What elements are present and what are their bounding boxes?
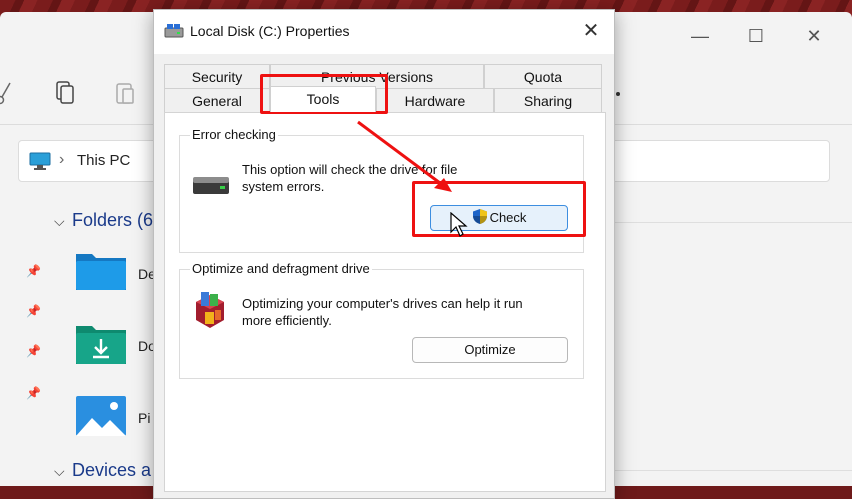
group-divider bbox=[615, 222, 852, 223]
breadcrumb-this-pc[interactable]: This PC bbox=[77, 152, 130, 169]
error-checking-description-line2: system errors. bbox=[242, 179, 325, 194]
devices-group-label: Devices a bbox=[72, 460, 152, 480]
folder-label-pictures[interactable]: Pi bbox=[138, 410, 150, 426]
downloads-folder-icon[interactable] bbox=[74, 322, 128, 366]
copy-icon[interactable] bbox=[54, 80, 76, 106]
tab-general[interactable]: General bbox=[164, 88, 270, 112]
drive-icon bbox=[164, 24, 184, 38]
cut-icon[interactable] bbox=[0, 80, 16, 106]
optimize-description-line2: more efficiently. bbox=[242, 313, 332, 328]
mouse-cursor-icon bbox=[450, 212, 468, 237]
optimize-description-line1: Optimizing your computer's drives can he… bbox=[242, 296, 523, 311]
tab-quota[interactable]: Quota bbox=[484, 64, 602, 88]
optimize-caption: Optimize and defragment drive bbox=[190, 261, 372, 276]
tab-sharing[interactable]: Sharing bbox=[494, 88, 602, 112]
check-button-highlight bbox=[412, 181, 586, 237]
pin-icon: 📌 bbox=[26, 264, 41, 278]
dialog-titlebar: Local Disk (C:) Properties ✕ bbox=[154, 10, 614, 54]
devices-group-header[interactable]: ⌵ Devices a bbox=[54, 460, 151, 481]
optimize-group: Optimize and defragment drive Optimizing… bbox=[179, 261, 584, 379]
group-divider bbox=[615, 470, 852, 471]
hard-drive-icon bbox=[193, 177, 229, 194]
maximize-button[interactable]: ☐ bbox=[746, 26, 766, 46]
tab-tools[interactable]: Tools bbox=[270, 86, 376, 112]
breadcrumb-separator: › bbox=[59, 151, 65, 168]
dialog-title: Local Disk (C:) Properties bbox=[190, 23, 350, 39]
pin-icon: 📌 bbox=[26, 304, 41, 318]
pictures-folder-icon[interactable] bbox=[74, 394, 128, 438]
error-checking-description-line1: This option will check the drive for fil… bbox=[242, 162, 458, 177]
more-options-icon[interactable] bbox=[616, 92, 620, 96]
error-checking-caption: Error checking bbox=[190, 127, 278, 142]
chevron-down-icon: ⌵ bbox=[54, 463, 65, 479]
tab-security[interactable]: Security bbox=[164, 64, 270, 88]
pin-icon: 📌 bbox=[26, 344, 41, 358]
folders-group-header[interactable]: ⌵ Folders (6 bbox=[54, 210, 153, 231]
minimize-button[interactable]: — bbox=[690, 26, 710, 46]
paste-icon[interactable] bbox=[114, 80, 136, 106]
pin-icon: 📌 bbox=[26, 386, 41, 400]
close-button[interactable]: ✕ bbox=[804, 26, 824, 46]
folders-group-label: Folders (6 bbox=[72, 210, 154, 230]
desktop-folder-icon[interactable] bbox=[74, 248, 128, 292]
chevron-down-icon: ⌵ bbox=[54, 213, 65, 229]
defragment-icon bbox=[196, 292, 224, 328]
dialog-close-button[interactable]: ✕ bbox=[578, 18, 604, 44]
tab-hardware[interactable]: Hardware bbox=[376, 88, 494, 112]
this-pc-icon bbox=[29, 152, 51, 170]
quick-access-sidebar: 📌 📌 📌 📌 bbox=[0, 192, 41, 486]
optimize-button[interactable]: Optimize bbox=[412, 337, 568, 363]
tools-tab-panel: Error checking This option will check th… bbox=[164, 112, 606, 492]
